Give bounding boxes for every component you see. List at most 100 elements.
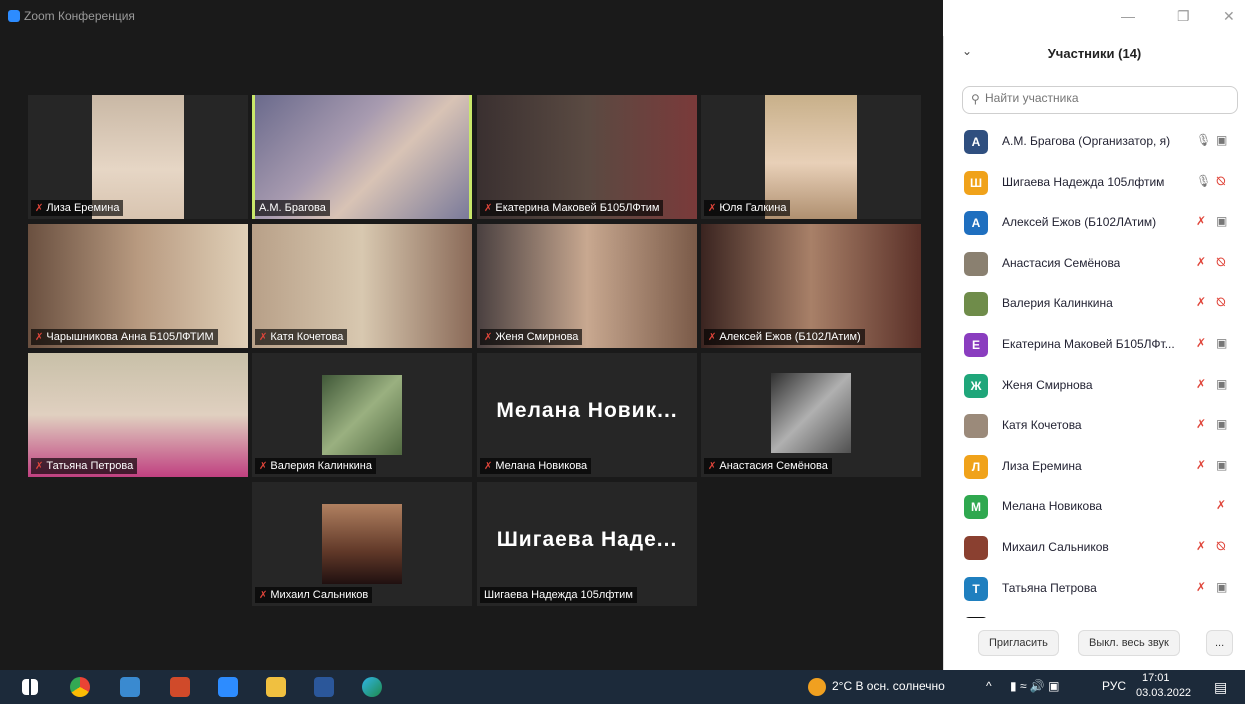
participant-row[interactable]: М Мелана Новикова ✗ (944, 487, 1245, 528)
participant-name: Валерия Калинкина (1002, 296, 1113, 311)
participant-name-tag: А.М. Брагова (255, 200, 330, 216)
camera-on-icon[interactable]: ▣ (1216, 580, 1227, 594)
participant-name-tag: ✗ Валерия Калинкина (255, 458, 376, 474)
avatar: М (964, 495, 988, 520)
app-icon[interactable] (120, 677, 140, 697)
mic-muted-icon[interactable]: ✗ (1196, 458, 1206, 472)
camera-off-icon[interactable]: ⦰ (1216, 255, 1226, 270)
participant-row[interactable]: А А.М. Брагова (Организатор, я) 🎙 ▣ (944, 122, 1245, 163)
participant-name-tag: ✗ Мелана Новикова (480, 458, 592, 474)
clock-date[interactable]: 03.03.2022 (1136, 687, 1191, 699)
camera-off-icon[interactable]: ⦰ (1216, 295, 1226, 310)
chrome-icon[interactable] (70, 677, 90, 697)
weather-text[interactable]: 2°C В осн. солнечно (832, 679, 945, 693)
weather-icon[interactable] (808, 678, 826, 696)
file-explorer-icon[interactable] (266, 677, 286, 697)
camera-on-icon[interactable]: ▣ (1216, 336, 1227, 350)
mic-muted-icon[interactable]: ✗ (1196, 295, 1206, 309)
participant-row[interactable]: Валерия Калинкина ✗ ⦰ (944, 284, 1245, 325)
language-indicator[interactable]: РУС (1102, 679, 1126, 693)
zoom-icon[interactable] (218, 677, 238, 697)
invite-button[interactable]: Пригласить (978, 630, 1059, 656)
video-tile[interactable]: ✗ Чарышникова Анна Б105ЛФТИМ (28, 224, 248, 348)
minimize-button[interactable]: — (1121, 8, 1135, 24)
mic-muted-icon: ✗ (35, 203, 44, 214)
video-tile[interactable]: ✗ Анастасия Семёнова (701, 353, 921, 477)
mic-muted-icon[interactable]: ✗ (1196, 377, 1206, 391)
mic-muted-icon[interactable]: ✗ (1196, 539, 1206, 553)
edge-icon[interactable] (362, 677, 382, 697)
video-tile[interactable]: ✗ Алексей Ежов (Б102ЛАтим) (701, 224, 921, 348)
participant-name: Татьяна Петрова (1002, 580, 1097, 595)
video-tile[interactable]: ✗ Лиза Еремина (28, 95, 248, 219)
tray-chevron-icon[interactable]: ^ (986, 679, 992, 693)
tray-icons[interactable]: ▮ ≈ 🔊 ▣ (1010, 679, 1059, 693)
app-icon[interactable] (170, 677, 190, 697)
video-tile[interactable]: ✗ Катя Кочетова (252, 224, 472, 348)
notifications-icon[interactable]: ▤ (1214, 679, 1227, 696)
camera-on-icon[interactable]: ▣ (1216, 214, 1227, 228)
video-tile[interactable]: Шигаева Наде... Шигаева Надежда 105лфтим (477, 482, 697, 606)
participant-name-tag: ✗ Лиза Еремина (31, 200, 124, 216)
mic-on-icon[interactable]: 🎙 (1196, 174, 1211, 188)
participant-avatar-photo (322, 375, 402, 455)
participant-row[interactable]: Ж Женя Смирнова ✗ ▣ (944, 366, 1245, 407)
maximize-button[interactable]: ❐ (1177, 8, 1190, 25)
camera-off-icon[interactable]: ⦰ (1216, 539, 1226, 554)
participant-search[interactable]: ⚲ (962, 86, 1238, 114)
video-tile[interactable]: ✗ Екатерина Маковей Б105ЛФтим (477, 95, 697, 219)
video-tile[interactable]: ✗ Женя Смирнова (477, 224, 697, 348)
participant-avatar-photo (322, 504, 402, 584)
mic-muted-icon[interactable]: ✗ (1216, 498, 1226, 512)
camera-on-icon[interactable]: ▣ (1216, 133, 1227, 147)
mic-muted-icon[interactable]: ✗ (1196, 417, 1206, 431)
mic-muted-icon[interactable]: ✗ (1196, 580, 1206, 594)
participant-row-partial[interactable] (944, 609, 1245, 618)
mic-muted-icon[interactable]: ✗ (1196, 214, 1206, 228)
word-icon[interactable] (314, 677, 334, 697)
avatar-photo (964, 414, 988, 439)
windows-start-icon[interactable] (22, 679, 38, 695)
video-tile[interactable]: Мелана Новик... ✗ Мелана Новикова (477, 353, 697, 477)
participant-display-name: Мелана Новик... (496, 399, 678, 422)
mic-muted-icon: ✗ (484, 332, 493, 343)
mute-all-button[interactable]: Выкл. весь звук (1078, 630, 1180, 656)
camera-off-icon[interactable]: ⦰ (1216, 174, 1226, 189)
mic-muted-icon: ✗ (484, 203, 493, 214)
video-tile-active-speaker[interactable]: А.М. Брагова (252, 95, 472, 219)
participant-row[interactable]: Е Екатерина Маковей Б105ЛФт... ✗ ▣ (944, 325, 1245, 366)
video-tile[interactable]: ✗ Валерия Калинкина (252, 353, 472, 477)
mic-muted-icon[interactable]: ✗ (1196, 336, 1206, 350)
participant-name-tag: ✗ Катя Кочетова (255, 329, 348, 345)
close-button[interactable]: ✕ (1223, 8, 1235, 25)
avatar: Ш (964, 170, 988, 195)
clock-time[interactable]: 17:01 (1142, 672, 1170, 684)
camera-on-icon[interactable]: ▣ (1216, 417, 1227, 431)
windows-taskbar: 2°C В осн. солнечно ^ ▮ ≈ 🔊 ▣ РУС 17:01 … (0, 670, 1245, 704)
more-button[interactable]: ... (1206, 630, 1234, 656)
participant-row[interactable]: А Алексей Ежов (Б102ЛАтим) ✗ ▣ (944, 203, 1245, 244)
mic-on-icon[interactable]: 🎙 (1196, 133, 1211, 147)
participant-row[interactable]: Т Татьяна Петрова ✗ ▣ (944, 569, 1245, 610)
participant-name: Шигаева Надежда 105лфтим (1002, 174, 1165, 189)
participant-name-tag: ✗ Чарышникова Анна Б105ЛФТИМ (31, 329, 218, 345)
avatar-photo (964, 535, 988, 560)
participant-row[interactable]: Анастасия Семёнова ✗ ⦰ (944, 244, 1245, 285)
participant-name-tag: ✗ Татьяна Петрова (31, 458, 138, 474)
avatar: Л (964, 454, 988, 479)
camera-on-icon[interactable]: ▣ (1216, 377, 1227, 391)
panel-title: Участники (14) (1047, 46, 1142, 61)
mic-muted-icon: ✗ (484, 461, 493, 472)
video-tile[interactable]: ✗ Татьяна Петрова (28, 353, 248, 477)
video-tile[interactable]: ✗ Юля Галкина (701, 95, 921, 219)
zoom-logo-icon (8, 10, 20, 22)
participant-row[interactable]: Ш Шигаева Надежда 105лфтим 🎙 ⦰ (944, 163, 1245, 204)
mic-muted-icon: ✗ (259, 332, 268, 343)
video-tile[interactable]: ✗ Михаил Сальников (252, 482, 472, 606)
camera-on-icon[interactable]: ▣ (1216, 458, 1227, 472)
participant-row[interactable]: Михаил Сальников ✗ ⦰ (944, 528, 1245, 569)
mic-muted-icon[interactable]: ✗ (1196, 255, 1206, 269)
participant-row[interactable]: Л Лиза Еремина ✗ ▣ (944, 447, 1245, 488)
participant-row[interactable]: Катя Кочетова ✗ ▣ (944, 406, 1245, 447)
search-input[interactable] (985, 91, 1225, 105)
